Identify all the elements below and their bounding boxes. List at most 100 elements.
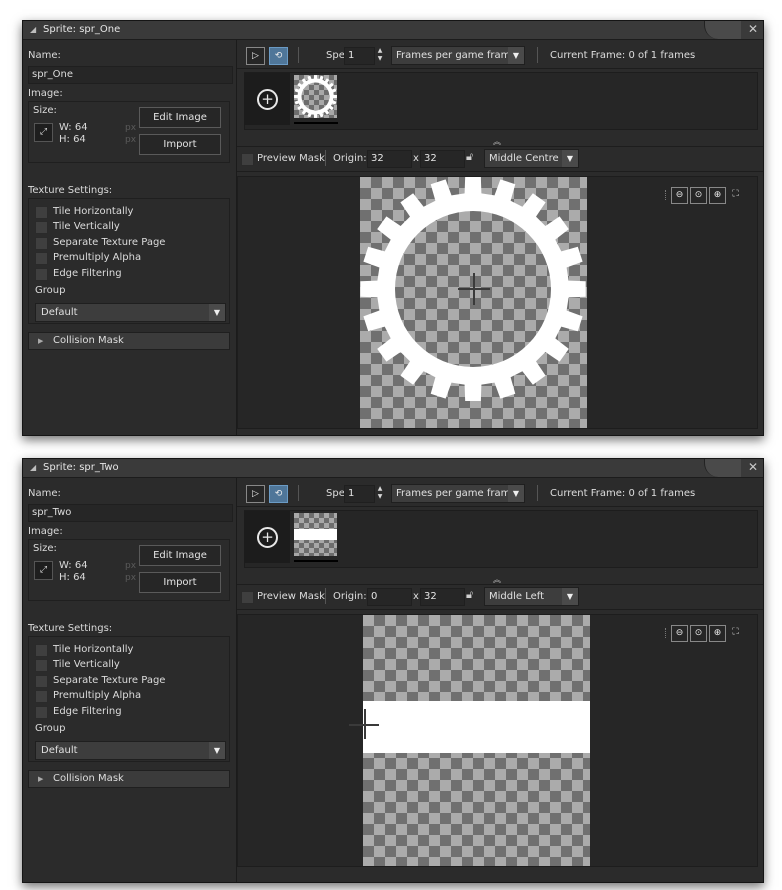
- current-frame-text: Current Frame: 0 of 1 frames: [550, 488, 696, 499]
- height-value: H: 64: [59, 134, 86, 145]
- import-button[interactable]: Import: [139, 134, 221, 155]
- speed-mode-dropdown[interactable]: Frames per game frame ▼: [391, 484, 525, 503]
- zoom-reset-icon[interactable]: ⊙: [690, 187, 707, 204]
- origin-preset-dropdown[interactable]: Middle Centre ▼: [484, 149, 579, 168]
- height-unit: px: [125, 573, 137, 583]
- collision-mask-section[interactable]: ▶ Collision Mask: [28, 332, 230, 350]
- window-title: Sprite: spr_One: [43, 24, 121, 35]
- tile-horizontally-checkbox[interactable]: [35, 644, 48, 657]
- sprite-name-field[interactable]: spr_One: [28, 66, 233, 84]
- separate-texture-page-checkbox[interactable]: [35, 237, 48, 250]
- tile-vertically-checkbox[interactable]: [35, 221, 48, 234]
- group-dropdown[interactable]: Default ▼: [35, 741, 226, 760]
- playback-toolbar: ▷ ⟲ Speed: 1 ▲▼ Frames per game frame ▼ …: [237, 478, 763, 507]
- gear-shape: [294, 75, 337, 118]
- sprite-canvas[interactable]: [360, 177, 587, 428]
- zoom-out-icon[interactable]: ⊖: [671, 625, 688, 642]
- sprite-canvas-area[interactable]: ⊖ ⊙ ⊕ ⛶: [237, 176, 758, 429]
- edge-filtering-checkbox[interactable]: [35, 268, 48, 281]
- width-value: W: 64: [59, 560, 88, 571]
- group-dropdown[interactable]: Default ▼: [35, 303, 226, 322]
- window-titlebar[interactable]: ◢ Sprite: spr_One ✕: [23, 21, 763, 40]
- sprite-name-field[interactable]: spr_Two: [28, 504, 233, 522]
- preview-mask-checkbox[interactable]: [241, 153, 254, 166]
- sprite-editor-window-two: ◢ Sprite: spr_Two ✕ Name: spr_Two Image:…: [22, 458, 764, 883]
- zoom-reset-icon[interactable]: ⊙: [690, 625, 707, 642]
- play-icon[interactable]: ▷: [246, 47, 265, 65]
- tile-vertically-label: Tile Vertically: [53, 659, 120, 670]
- import-button[interactable]: Import: [139, 572, 221, 593]
- collapse-triangle-icon[interactable]: ◢: [30, 25, 36, 34]
- origin-crosshair: [473, 273, 475, 305]
- expand-arrow-icon: ▶: [38, 337, 44, 345]
- grip-icon[interactable]: [665, 190, 668, 200]
- frame-thumbnail[interactable]: [294, 513, 337, 556]
- separate-texture-page-checkbox[interactable]: [35, 675, 48, 688]
- window-titlebar[interactable]: ◢ Sprite: spr_Two ✕: [23, 459, 763, 478]
- toolbar-divider: [537, 485, 538, 501]
- frame-selection-bar: [294, 122, 338, 124]
- sprite-preview-panel: ▷ ⟲ Speed: 1 ▲▼ Frames per game frame ▼ …: [236, 40, 763, 435]
- lock-icon[interactable]: 🔓︎: [466, 589, 478, 601]
- origin-y-field[interactable]: 32: [420, 588, 465, 606]
- add-frame-button[interactable]: +: [244, 73, 290, 125]
- sprite-canvas[interactable]: [363, 615, 590, 866]
- name-label: Name:: [28, 488, 61, 499]
- origin-y-field[interactable]: 32: [420, 150, 465, 168]
- toolbar-divider: [325, 150, 326, 166]
- dropdown-arrow-icon: ▼: [562, 588, 578, 605]
- frame-thumbnail[interactable]: [294, 75, 337, 118]
- zoom-out-icon[interactable]: ⊖: [671, 187, 688, 204]
- width-unit: px: [125, 561, 137, 571]
- group-label: Group: [35, 723, 66, 734]
- current-frame-text: Current Frame: 0 of 1 frames: [550, 50, 696, 61]
- origin-x-field[interactable]: 32: [367, 150, 412, 168]
- frame-selection-bar: [294, 560, 338, 562]
- edit-image-button[interactable]: Edit Image: [139, 545, 221, 566]
- fit-icon[interactable]: ⛶: [728, 187, 743, 202]
- width-value: W: 64: [59, 122, 88, 133]
- speed-mode-dropdown[interactable]: Frames per game frame ▼: [391, 46, 525, 65]
- fit-icon[interactable]: ⛶: [728, 625, 743, 640]
- collapse-triangle-icon[interactable]: ◢: [30, 463, 36, 472]
- tile-vertically-checkbox[interactable]: [35, 659, 48, 672]
- grip-icon[interactable]: [665, 628, 668, 638]
- origin-label: Origin:: [333, 153, 367, 164]
- origin-crosshair: [364, 709, 366, 739]
- edit-image-button[interactable]: Edit Image: [139, 107, 221, 128]
- speed-spinner-icon[interactable]: ▲ ▼: [376, 47, 384, 63]
- preview-mask-checkbox[interactable]: [241, 591, 254, 604]
- window-tab-decoration: [704, 21, 741, 39]
- collision-mask-section[interactable]: ▶ Collision Mask: [28, 770, 230, 788]
- close-icon[interactable]: ✕: [748, 22, 758, 36]
- edge-filtering-label: Edge Filtering: [53, 268, 122, 279]
- speed-field[interactable]: 1: [344, 485, 375, 503]
- name-label: Name:: [28, 50, 61, 61]
- playback-toolbar: ▷ ⟲ Speed: 1 ▲▼ Frames per game frame ▼ …: [237, 40, 763, 69]
- speed-mode-value: Frames per game frame: [396, 488, 517, 499]
- origin-preset-dropdown[interactable]: Middle Left ▼: [484, 587, 579, 606]
- zoom-in-icon[interactable]: ⊕: [709, 625, 726, 642]
- speed-spinner-icon[interactable]: ▲ ▼: [376, 485, 384, 501]
- add-frame-button[interactable]: +: [244, 511, 290, 563]
- sprite-canvas-area[interactable]: ⊖ ⊙ ⊕ ⛶: [237, 614, 758, 867]
- zoom-in-icon[interactable]: ⊕: [709, 187, 726, 204]
- origin-x-field[interactable]: 0: [367, 588, 412, 606]
- origin-preset-value: Middle Centre: [489, 153, 559, 164]
- resize-icon[interactable]: ⤢: [34, 123, 53, 142]
- lock-icon[interactable]: 🔓︎: [466, 151, 478, 163]
- edge-filtering-checkbox[interactable]: [35, 706, 48, 719]
- resize-icon[interactable]: ⤢: [34, 561, 53, 580]
- sprite-preview-panel: ▷ ⟲ Speed: 1 ▲▼ Frames per game frame ▼ …: [236, 478, 763, 882]
- play-icon[interactable]: ▷: [246, 485, 265, 503]
- speed-field[interactable]: 1: [344, 47, 375, 65]
- loop-icon[interactable]: ⟲: [269, 47, 288, 65]
- collision-mask-label: Collision Mask: [53, 773, 124, 784]
- premultiply-alpha-checkbox[interactable]: [35, 252, 48, 265]
- dropdown-arrow-icon: ▼: [508, 485, 524, 502]
- premultiply-alpha-checkbox[interactable]: [35, 690, 48, 703]
- tile-horizontally-checkbox[interactable]: [35, 206, 48, 219]
- loop-icon[interactable]: ⟲: [269, 485, 288, 503]
- close-icon[interactable]: ✕: [748, 460, 758, 474]
- group-dropdown-value: Default: [41, 307, 78, 318]
